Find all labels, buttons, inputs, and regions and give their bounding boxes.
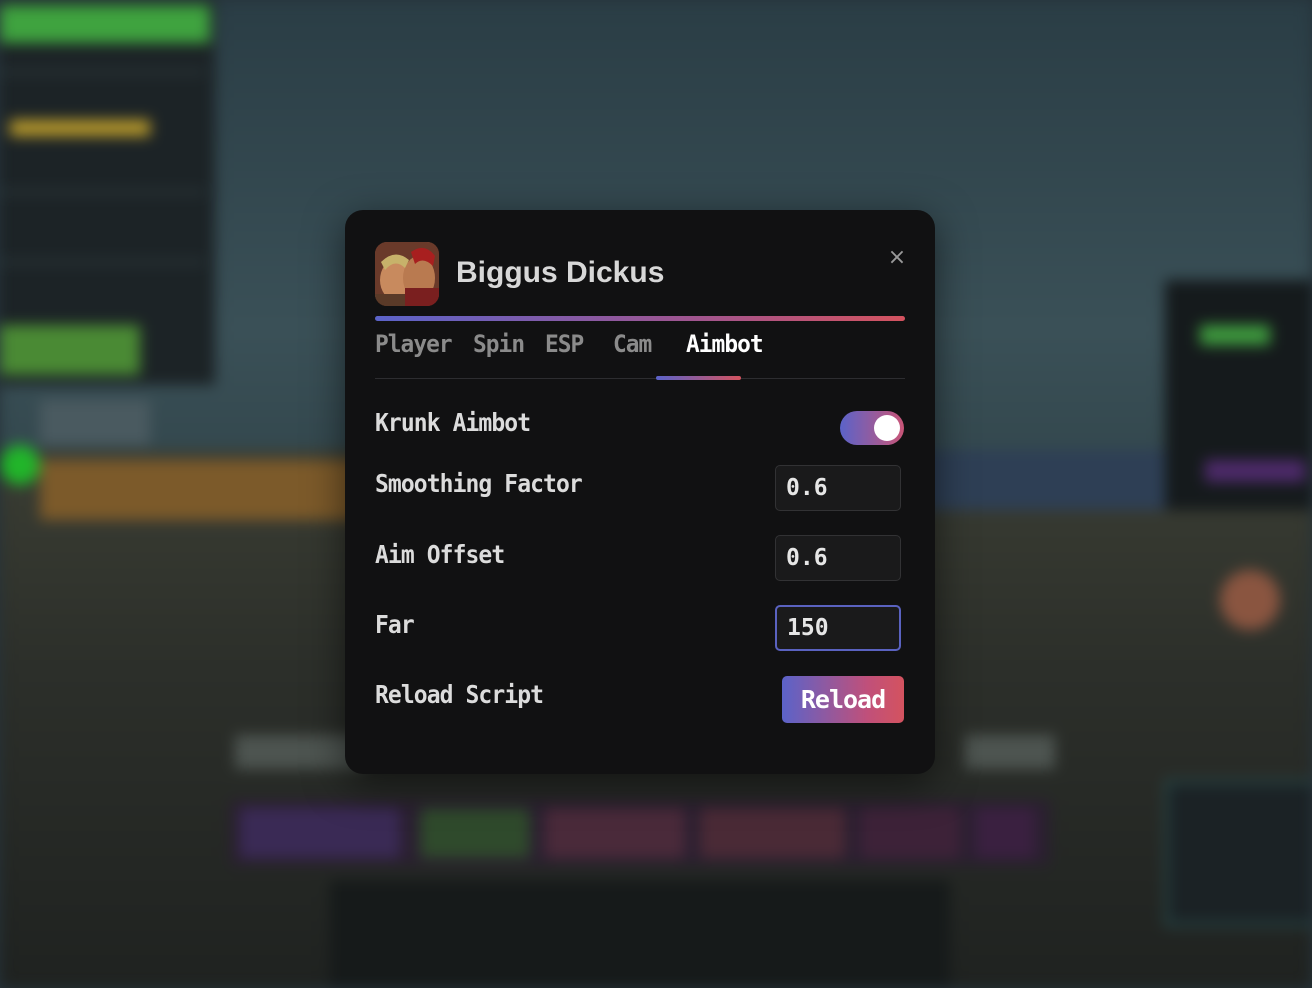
tab-divider [375, 378, 905, 379]
tab-esp[interactable]: ESP [545, 324, 584, 364]
avatar [375, 242, 439, 306]
tab-cam[interactable]: Cam [613, 324, 652, 364]
far-input[interactable] [775, 605, 901, 651]
app-title: Biggus Dickus [456, 256, 665, 289]
active-tab-indicator [656, 376, 741, 380]
toggle-knob [874, 415, 900, 441]
reload-script-label: Reload Script [375, 680, 544, 709]
krunk-aimbot-label: Krunk Aimbot [375, 408, 531, 437]
aim-offset-input[interactable] [775, 535, 901, 581]
smoothing-factor-input[interactable] [775, 465, 901, 511]
avatar-image [375, 242, 439, 306]
cheat-menu-modal: Biggus Dickus × Player Spin ESP Cam Aimb… [345, 210, 935, 774]
tab-aimbot[interactable]: Aimbot [686, 324, 764, 364]
tab-player[interactable]: Player [375, 324, 453, 364]
accent-bar [375, 316, 905, 321]
far-label: Far [375, 610, 415, 639]
reload-button[interactable]: Reload [782, 676, 904, 723]
close-icon[interactable]: × [885, 246, 909, 270]
smoothing-factor-label: Smoothing Factor [375, 469, 583, 498]
tab-spin[interactable]: Spin [473, 324, 525, 364]
krunk-aimbot-toggle[interactable] [840, 411, 904, 445]
aim-offset-label: Aim Offset [375, 540, 505, 569]
